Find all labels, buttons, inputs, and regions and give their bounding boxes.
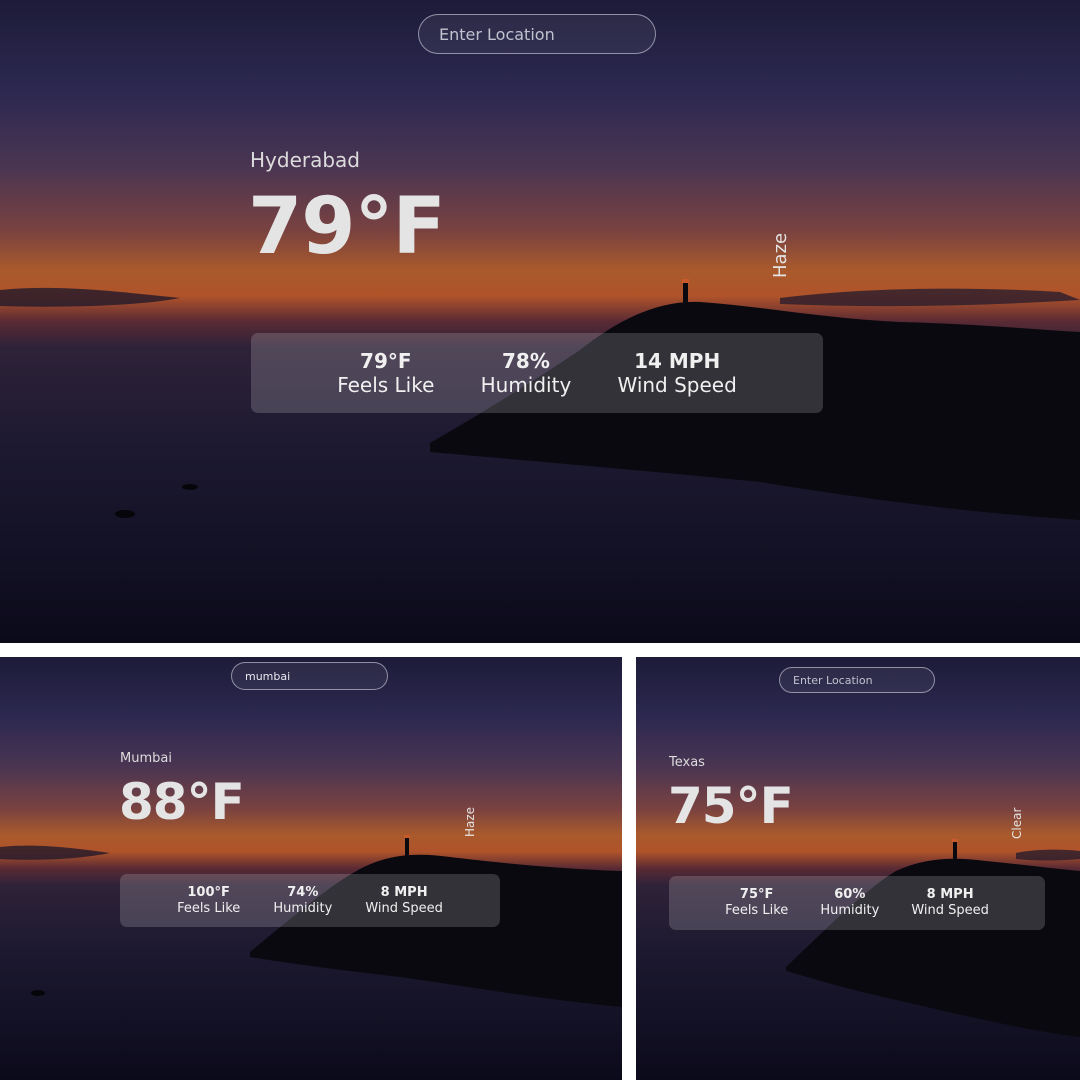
- wind-speed-stat: 8 MPH Wind Speed: [365, 885, 443, 916]
- feels-like-stat: 75°F Feels Like: [725, 887, 788, 918]
- weather-view-texas: Texas 75°F Clear 75°F Feels Like 60% Hum…: [636, 657, 1080, 1080]
- current-temperature: 75°F: [668, 777, 794, 835]
- background-image: [636, 657, 1080, 1080]
- location-search-input[interactable]: [418, 14, 656, 54]
- wind-speed-label: Wind Speed: [617, 373, 737, 397]
- city-name: Mumbai: [120, 751, 172, 766]
- weather-view-hyderabad: Hyderabad 79°F Haze 79°F Feels Like 78% …: [0, 0, 1080, 643]
- city-name: Hyderabad: [250, 148, 360, 172]
- feels-like-label: Feels Like: [177, 900, 241, 916]
- location-search-input[interactable]: [231, 662, 388, 690]
- location-search-input[interactable]: [779, 667, 935, 693]
- background-image: [0, 0, 1080, 643]
- background-image: [0, 657, 622, 1080]
- weather-condition: Clear: [1010, 807, 1024, 839]
- humidity-value: 74%: [287, 884, 319, 900]
- weather-stats-panel: 100°F Feels Like 74% Humidity 8 MPH Wind…: [120, 874, 500, 927]
- wind-speed-label: Wind Speed: [365, 900, 443, 916]
- humidity-value: 78%: [502, 349, 550, 373]
- city-name: Texas: [669, 755, 705, 770]
- feels-like-stat: 100°F Feels Like: [177, 885, 240, 916]
- current-temperature: 79°F: [248, 182, 446, 272]
- feels-like-stat: 79°F Feels Like: [337, 349, 434, 397]
- wind-speed-label: Wind Speed: [911, 903, 989, 918]
- wind-speed-stat: 8 MPH Wind Speed: [911, 887, 989, 918]
- humidity-label: Humidity: [273, 900, 333, 916]
- wind-speed-stat: 14 MPH Wind Speed: [617, 349, 736, 397]
- wind-speed-value: 8 MPH: [926, 887, 974, 903]
- humidity-stat: 78% Humidity: [481, 349, 572, 397]
- feels-like-label: Feels Like: [337, 373, 435, 397]
- current-temperature: 88°F: [119, 773, 245, 831]
- feels-like-label: Feels Like: [725, 903, 789, 918]
- feels-like-value: 100°F: [187, 884, 230, 900]
- feels-like-value: 79°F: [360, 349, 412, 373]
- humidity-value: 60%: [834, 887, 866, 903]
- humidity-label: Humidity: [820, 903, 880, 918]
- feels-like-value: 75°F: [739, 887, 774, 903]
- humidity-stat: 60% Humidity: [820, 887, 879, 918]
- wind-speed-value: 14 MPH: [634, 349, 721, 373]
- weather-stats-panel: 75°F Feels Like 60% Humidity 8 MPH Wind …: [669, 876, 1045, 930]
- weather-condition: Haze: [770, 232, 791, 278]
- weather-condition: Haze: [463, 806, 477, 837]
- wind-speed-value: 8 MPH: [380, 884, 428, 900]
- humidity-stat: 74% Humidity: [273, 885, 332, 916]
- humidity-label: Humidity: [480, 373, 572, 397]
- weather-view-mumbai: Mumbai 88°F Haze 100°F Feels Like 74% Hu…: [0, 657, 622, 1080]
- weather-stats-panel: 79°F Feels Like 78% Humidity 14 MPH Wind…: [251, 333, 823, 413]
